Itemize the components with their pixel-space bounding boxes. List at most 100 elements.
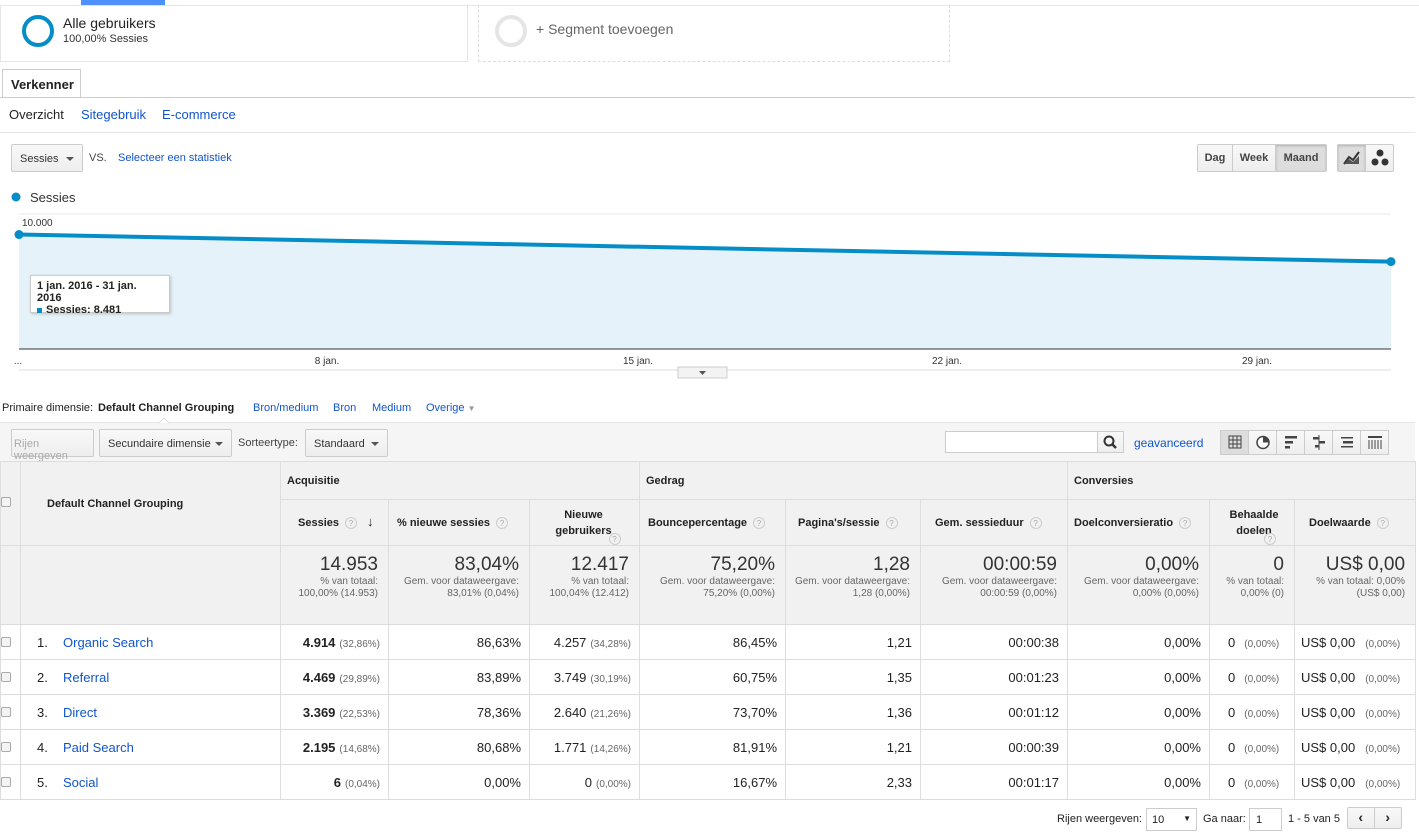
row-checkbox[interactable] (1, 706, 11, 717)
total-goals: 0% van totaal: 0,00% (0) (1209, 545, 1295, 625)
motion-chart-icon[interactable] (1366, 145, 1393, 171)
granularity-day-button[interactable]: Dag (1198, 145, 1233, 171)
select-all-checkbox[interactable] (1, 497, 11, 507)
rows-per-page-select[interactable]: 10 ▼ (1146, 808, 1197, 831)
row-checkbox[interactable] (1, 636, 11, 647)
sessions-chart: Sessies10.0005....8 jan.15 jan.22 jan.29… (11, 190, 1396, 379)
dimension-source[interactable]: Bron (333, 402, 356, 414)
secondary-dimension-dropdown[interactable]: Secundaire dimensie (99, 429, 232, 457)
table-search-input[interactable] (945, 431, 1098, 453)
goto-page-input[interactable]: 1 (1249, 808, 1282, 831)
dimension-medium[interactable]: Medium (372, 402, 411, 414)
row-sessions: 6 (0,04%) (280, 764, 389, 800)
pie-view-icon[interactable] (1249, 431, 1277, 454)
granularity-month-button[interactable]: Maand (1276, 145, 1326, 171)
row-dimension-link[interactable]: Paid Search (63, 740, 134, 755)
row-pages: 2,33 (785, 764, 921, 800)
search-button[interactable] (1097, 431, 1124, 453)
performance-view-icon[interactable] (1277, 431, 1305, 454)
row-goal-value: US$ 0,00 (0,00%) (1293, 659, 1417, 695)
help-icon[interactable]: ? (885, 516, 898, 529)
plot-rows-button[interactable]: Rijen weergeven (11, 429, 94, 462)
help-icon[interactable]: ? (753, 516, 766, 529)
total-goal-value: US$ 0,00% van totaal: 0,00% (US$ 0,00) (1293, 545, 1417, 625)
col-pages-per-session[interactable]: Pagina's/sessie? (785, 499, 921, 546)
row-conversion: 0,00% (1067, 659, 1210, 695)
pivot-view-icon[interactable] (1361, 431, 1389, 454)
comparison-view-icon[interactable] (1305, 431, 1333, 454)
help-icon[interactable]: ? (1376, 516, 1389, 529)
row-checkbox[interactable] (1, 741, 11, 752)
row-goals: 0 (0,00%) (1209, 764, 1295, 800)
row-sessions-pct: (32,86%) (339, 638, 380, 650)
col-goal-completions[interactable]: Behaalde doelen? (1209, 499, 1295, 546)
row-dimension-cell: 1. Organic Search (20, 624, 281, 660)
help-icon[interactable]: ? (344, 517, 357, 530)
total-sessions: 14.953% van totaal: 100,00% (14.953) (280, 545, 389, 625)
compare-metric-link[interactable]: Selecteer een statistiek (118, 152, 232, 164)
subtab-overview[interactable]: Overzicht (9, 107, 64, 122)
total-bounce-sub: Gem. voor dataweergave: 75,20% (0,00%) (659, 576, 775, 599)
total-new-users: 12.417% van totaal: 100,04% (12.412) (529, 545, 640, 625)
help-icon[interactable]: ? (1029, 516, 1042, 529)
row-checkbox[interactable] (1, 776, 11, 787)
total-bounce-value: 75,20% (710, 554, 775, 575)
row-goals-pct: (0,00%) (1244, 743, 1280, 755)
table-row: 1. Organic Search 4.914 (32,86%) 86,63% 4.257… (0, 624, 1417, 660)
dimension-other[interactable]: Overige ▼ (426, 402, 476, 414)
row-goal-value-pct: (0,00%) (1365, 778, 1401, 790)
chevron-down-icon: ▼ (1183, 814, 1191, 823)
term-cloud-view-icon[interactable] (1333, 431, 1361, 454)
help-icon[interactable]: ? (608, 532, 621, 545)
row-index: 1. (37, 634, 48, 650)
row-dimension-link[interactable]: Referral (63, 670, 109, 685)
sort-type-dropdown[interactable]: Standaard (305, 429, 388, 457)
row-conversion: 0,00% (1067, 624, 1210, 660)
col-new-sessions-pct-label: % nieuwe sessies (397, 516, 490, 529)
dimension-column-header[interactable]: Default Channel Grouping (20, 461, 281, 546)
col-new-sessions-pct[interactable]: % nieuwe sessies? (388, 499, 530, 546)
help-icon[interactable]: ? (495, 516, 508, 529)
row-checkbox[interactable] (1, 671, 11, 682)
row-dimension-link[interactable]: Direct (63, 705, 97, 720)
col-goal-value[interactable]: Doelwaarde? (1293, 499, 1417, 546)
row-goals-pct: (0,00%) (1244, 673, 1280, 685)
row-dimension-cell: 2. Referral (20, 659, 281, 695)
col-sessions[interactable]: Sessies? ↓ (280, 499, 389, 546)
row-new-sessions: 80,68% (388, 729, 530, 765)
table-row: 4. Paid Search 2.195 (14,68%) 80,68% 1.771 (14… (0, 729, 1417, 765)
row-bounce: 60,75% (639, 659, 786, 695)
row-bounce: 81,91% (639, 729, 786, 765)
line-chart-icon[interactable] (1338, 145, 1366, 171)
grid-view-icon[interactable] (1221, 431, 1249, 454)
add-segment-button[interactable]: + Segment toevoegen (478, 5, 950, 62)
series-area (19, 234, 1391, 349)
advanced-filter-link[interactable]: geavanceerd (1134, 436, 1203, 450)
row-goal-value-value: US$ 0,00 (1301, 739, 1356, 755)
row-sessions-value: 4.914 (302, 634, 336, 650)
help-icon[interactable]: ? (1179, 516, 1192, 529)
subtab-site-usage[interactable]: Sitegebruik (81, 107, 146, 122)
col-goal-conversion-rate-label: Doelconversieratio (1074, 516, 1174, 529)
row-goals: 0 (0,00%) (1209, 729, 1295, 765)
granularity-week-button[interactable]: Week (1233, 145, 1276, 171)
subtab-ecommerce[interactable]: E-commerce (162, 107, 236, 122)
tab-explorer[interactable]: Verkenner (2, 69, 81, 98)
segment-all-users[interactable]: Alle gebruikers 100,00% Sessies (0, 5, 468, 62)
col-bounce-rate[interactable]: Bouncepercentage? (639, 499, 786, 546)
col-avg-session-duration[interactable]: Gem. sessieduur? (920, 499, 1068, 546)
row-goals: 0 (0,00%) (1209, 659, 1295, 695)
row-dimension-link[interactable]: Organic Search (63, 635, 153, 650)
col-new-users[interactable]: Nieuwe gebruikers? (529, 499, 640, 546)
row-conversion: 0,00% (1067, 694, 1210, 730)
metric-dropdown[interactable]: Sessies (11, 144, 83, 172)
col-goal-conversion-rate[interactable]: Doelconversieratio? (1067, 499, 1210, 546)
totals-dimension-cell (20, 545, 281, 625)
row-duration: 00:01:12 (920, 694, 1068, 730)
row-dimension-link[interactable]: Social (63, 775, 98, 790)
dimension-source-medium[interactable]: Bron/medium (253, 402, 318, 414)
help-icon[interactable]: ? (1264, 532, 1276, 545)
chevron-right-icon[interactable]: › (1375, 808, 1401, 828)
chevron-left-icon[interactable]: ‹ (1348, 808, 1375, 828)
row-duration: 00:00:38 (920, 624, 1068, 660)
